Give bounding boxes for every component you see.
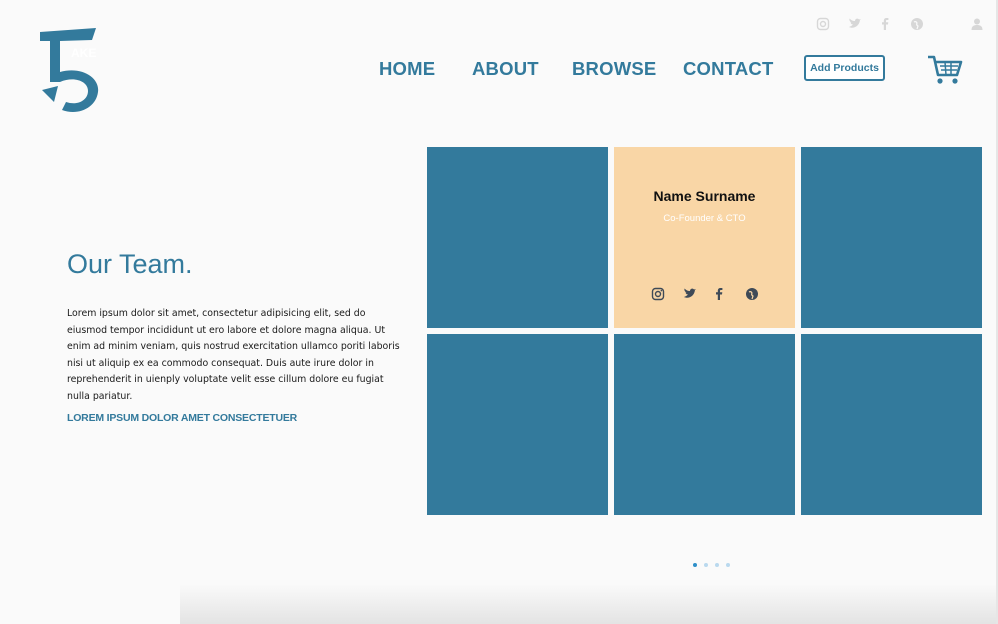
logo-text: AKE bbox=[71, 46, 96, 60]
add-products-button[interactable]: Add Products bbox=[804, 55, 885, 81]
member-role: Co-Founder & CTO bbox=[663, 213, 746, 224]
pagination-dot-active[interactable] bbox=[693, 563, 697, 567]
team-link[interactable]: LOREM IPSUM DOLOR AMET CONSECTETUER bbox=[67, 412, 297, 424]
nav-home[interactable]: HOME bbox=[379, 58, 435, 80]
team-title: Our Team. bbox=[67, 249, 193, 279]
team-tile-featured[interactable]: Name Surname Co-Founder & CTO bbox=[614, 147, 795, 328]
pagination-dot[interactable] bbox=[704, 563, 708, 567]
pagination-dot[interactable] bbox=[726, 563, 730, 567]
team-tile[interactable] bbox=[427, 334, 608, 515]
take5-logo[interactable]: AKE bbox=[38, 26, 102, 114]
facebook-icon[interactable] bbox=[878, 17, 892, 31]
member-name: Name Surname bbox=[653, 188, 756, 204]
twitter-icon[interactable] bbox=[848, 17, 862, 31]
footer-shadow bbox=[180, 584, 998, 624]
instagram-icon[interactable] bbox=[816, 17, 830, 31]
instagram-icon[interactable] bbox=[651, 287, 665, 301]
twitter-icon[interactable] bbox=[683, 287, 697, 301]
globe-icon[interactable] bbox=[745, 287, 759, 301]
shopping-cart-icon[interactable] bbox=[927, 54, 963, 86]
team-tile[interactable] bbox=[614, 334, 795, 515]
user-icon[interactable] bbox=[970, 17, 984, 31]
team-description: Lorem ipsum dolor sit amet, consectetur … bbox=[67, 308, 400, 402]
nav-browse[interactable]: BROWSE bbox=[572, 58, 656, 80]
top-social-bar bbox=[812, 17, 992, 33]
pagination-dot[interactable] bbox=[715, 563, 719, 567]
facebook-icon[interactable] bbox=[712, 287, 726, 301]
nav-contact[interactable]: CONTACT bbox=[683, 58, 773, 80]
team-tile[interactable] bbox=[801, 147, 982, 328]
nav-about[interactable]: ABOUT bbox=[472, 58, 539, 80]
team-tile[interactable] bbox=[801, 334, 982, 515]
globe-icon[interactable] bbox=[910, 17, 924, 31]
team-tile[interactable] bbox=[427, 147, 608, 328]
